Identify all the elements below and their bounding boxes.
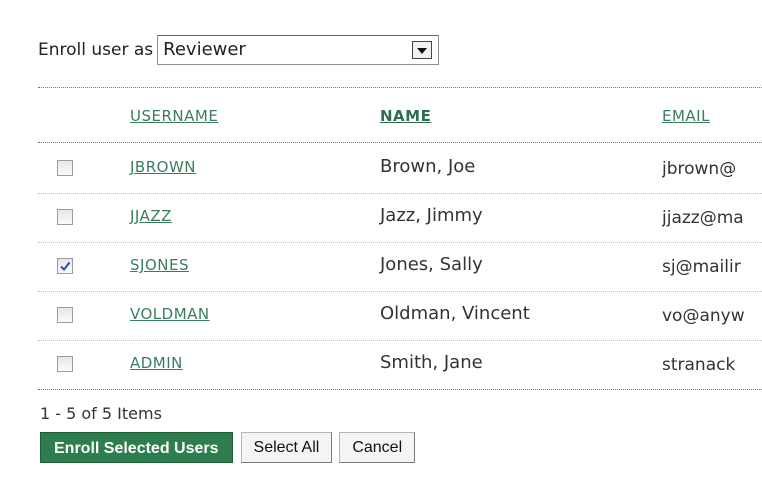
role-select-value: Reviewer	[163, 39, 246, 60]
email-text: jbrown@	[662, 159, 737, 179]
full-name: Jazz, Jimmy	[380, 205, 483, 226]
table-top-divider	[38, 87, 762, 88]
username-link[interactable]: VOLDMAN	[130, 305, 210, 323]
row-select-checkbox[interactable]	[57, 356, 73, 372]
role-select[interactable]: Reviewer	[157, 35, 440, 65]
column-header-username[interactable]: USERNAME	[130, 107, 218, 125]
action-buttons: Enroll Selected Users Select All Cancel	[40, 432, 422, 463]
full-name: Brown, Joe	[380, 156, 476, 177]
row-select-checkbox[interactable]	[57, 160, 73, 176]
email-text: sj@mailir	[662, 257, 741, 277]
row-divider	[38, 291, 762, 292]
checkmark-icon	[60, 261, 71, 272]
item-count: 1 - 5 of 5 Items	[40, 404, 162, 423]
chevron-down-icon[interactable]	[412, 41, 433, 59]
row-divider	[38, 193, 762, 194]
row-select-checkbox[interactable]	[57, 307, 73, 323]
row-select-checkbox[interactable]	[57, 209, 73, 225]
select-all-button[interactable]: Select All	[240, 432, 333, 463]
full-name: Jones, Sally	[380, 254, 483, 275]
username-link[interactable]: SJONES	[130, 256, 189, 274]
column-header-name[interactable]: NAME	[380, 107, 431, 125]
username-link[interactable]: ADMIN	[130, 354, 183, 372]
table-row: JJAZZ Jazz, Jimmy jjazz@ma	[0, 195, 762, 244]
table-row: JBROWN Brown, Joe jbrown@	[0, 146, 762, 195]
cancel-button[interactable]: Cancel	[339, 432, 416, 463]
email-text: jjazz@ma	[662, 208, 744, 228]
username-link[interactable]: JJAZZ	[130, 207, 172, 225]
header-divider	[38, 142, 762, 143]
email-text: vo@anyw	[662, 306, 745, 326]
email-text: stranack	[662, 355, 736, 375]
enroll-role-row: Enroll user as Reviewer	[38, 33, 440, 67]
row-select-checkbox[interactable]	[57, 258, 73, 274]
full-name: Oldman, Vincent	[380, 303, 530, 324]
table-row: VOLDMAN Oldman, Vincent vo@anyw	[0, 293, 762, 342]
column-header-email[interactable]: EMAIL	[662, 107, 710, 125]
row-divider	[38, 242, 762, 243]
full-name: Smith, Jane	[380, 352, 483, 373]
table-row: ADMIN Smith, Jane stranack	[0, 342, 762, 391]
username-link[interactable]: JBROWN	[130, 158, 196, 176]
table-row: SJONES Jones, Sally sj@mailir	[0, 244, 762, 293]
enroll-label: Enroll user as	[38, 40, 154, 60]
table-bottom-divider	[38, 389, 762, 390]
row-divider	[38, 340, 762, 341]
enroll-selected-users-button[interactable]: Enroll Selected Users	[40, 432, 233, 463]
